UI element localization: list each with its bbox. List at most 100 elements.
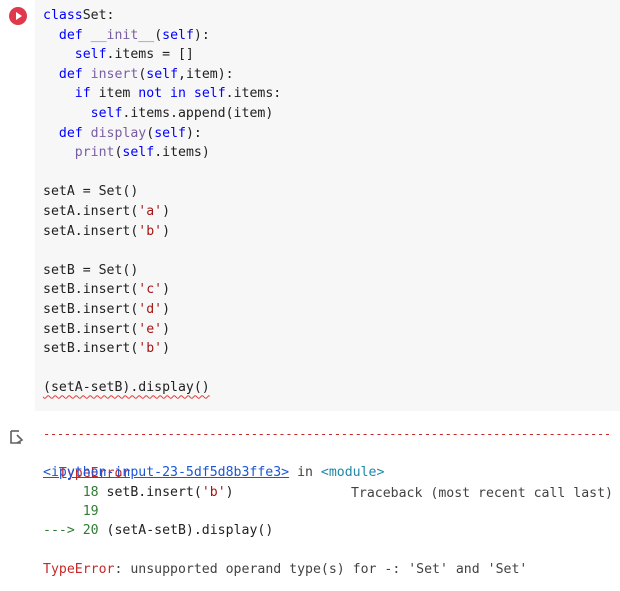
line-18-code-str: 'b' xyxy=(201,485,226,500)
code-line: def __init__(self): xyxy=(43,26,210,46)
code-line: setA = Set() xyxy=(43,182,138,202)
code-token: self xyxy=(193,86,226,102)
code-token: display xyxy=(90,125,147,141)
code-line: setB = Set() xyxy=(43,261,138,281)
code-token: ( xyxy=(154,27,163,43)
traceback-header: TypeError Traceback (most recent call la… xyxy=(43,444,613,501)
code-token: .items) xyxy=(154,145,210,161)
line-number-18: 18 xyxy=(43,485,107,500)
code-token: setB.insert( xyxy=(43,302,139,317)
code-cell[interactable]: classSet: def __init__(self): self.items… xyxy=(0,0,620,411)
code-token: not in xyxy=(138,86,186,102)
line-number-19: 19 xyxy=(43,504,99,519)
code-token: ): xyxy=(193,27,210,43)
code-token: self xyxy=(122,145,155,161)
code-token: Set: xyxy=(82,8,115,23)
code-token: .items: xyxy=(225,86,282,102)
code-token: ) xyxy=(162,223,171,239)
module-text: <module> xyxy=(320,465,385,480)
code-token: (setA-setB).display() xyxy=(43,380,210,396)
code-token: ) xyxy=(162,302,171,317)
code-token: class xyxy=(43,8,83,23)
code-token: setB = Set() xyxy=(43,262,139,278)
output-arrow-icon[interactable] xyxy=(8,429,26,447)
code-line: if item not in self.items: xyxy=(43,84,281,104)
code-token: self xyxy=(154,125,186,141)
final-error-name: TypeError xyxy=(43,562,115,577)
code-token: ( xyxy=(146,125,155,141)
code-token: 'b' xyxy=(138,341,163,357)
code-token: ): xyxy=(185,125,202,141)
code-line: self.items.append(item) xyxy=(43,104,274,124)
code-token: self xyxy=(162,27,194,43)
traceback-divider: ----------------------------------------… xyxy=(43,427,613,441)
traceback-line-20: ---> 20 (setA-setB).display() xyxy=(43,521,273,541)
code-line: setB.insert('c') xyxy=(43,280,170,300)
line-18-code-post: ) xyxy=(225,485,234,500)
code-token: ,item): xyxy=(178,66,234,82)
code-token: 'd' xyxy=(138,302,163,317)
code-token: 'b' xyxy=(138,223,163,239)
code-token: def xyxy=(58,27,83,43)
code-line: print(self.items) xyxy=(43,143,210,163)
line-20-code: (setA-setB).display() xyxy=(106,523,274,538)
code-token: setA = Set() xyxy=(43,184,139,200)
code-line: setB.insert('b') xyxy=(43,339,170,359)
code-token: setA.insert( xyxy=(43,223,139,239)
code-token: self xyxy=(146,66,179,82)
code-token: item xyxy=(90,86,139,102)
line-18-code-pre: setB.insert( xyxy=(106,485,202,500)
in-text: in xyxy=(289,465,321,480)
code-token: self xyxy=(74,47,107,63)
code-token: setB.insert( xyxy=(43,282,139,298)
traceback-label: Traceback (most recent call last) xyxy=(350,486,613,501)
final-error-message: TypeError: unsupported operand type(s) f… xyxy=(43,560,527,580)
code-line: def display(self): xyxy=(43,124,202,144)
code-token: 'e' xyxy=(138,321,163,337)
code-token: ) xyxy=(162,204,171,219)
cell-gutter xyxy=(0,0,35,411)
code-token: def xyxy=(58,125,83,141)
code-token: setB.insert( xyxy=(43,321,139,337)
code-token: __init__ xyxy=(90,27,155,43)
code-line: (setA-setB).display() xyxy=(43,378,210,398)
final-error-text: : unsupported operand type(s) for -: 'Se… xyxy=(114,562,528,577)
code-token: .items.append(item) xyxy=(122,106,274,121)
code-line: setA.insert('a') xyxy=(43,202,170,222)
code-token: def xyxy=(58,66,83,82)
code-line: def insert(self,item): xyxy=(43,65,234,85)
code-token: ) xyxy=(162,321,171,337)
code-line: self.items = [] xyxy=(43,45,194,65)
code-token: ) xyxy=(162,341,171,357)
run-cell-button[interactable] xyxy=(9,7,27,25)
code-token: if xyxy=(74,86,91,102)
code-token: ) xyxy=(162,282,171,298)
code-token: insert xyxy=(90,66,139,82)
traceback-line-19: 19 xyxy=(43,502,99,522)
traceback-line-18: 18 setB.insert('b') xyxy=(43,483,234,503)
traceback-location: <ipython-input-23-5df5d8b3ffe3> in <modu… xyxy=(43,463,384,483)
code-line: setB.insert('e') xyxy=(43,320,170,340)
arrow-line-number-20: ---> 20 xyxy=(43,523,107,538)
play-circle-icon xyxy=(16,12,22,20)
code-token: setB.insert( xyxy=(43,341,139,357)
code-token: setA.insert( xyxy=(43,204,139,219)
code-token: print xyxy=(74,145,115,161)
code-token: 'a' xyxy=(138,204,163,219)
code-line: setB.insert('d') xyxy=(43,300,170,320)
ipython-input-link[interactable]: <ipython-input-23-5df5d8b3ffe3> xyxy=(43,465,289,480)
code-line: classSet: xyxy=(43,6,114,26)
code-token: self xyxy=(90,106,123,121)
code-token: .items = [] xyxy=(106,47,194,63)
